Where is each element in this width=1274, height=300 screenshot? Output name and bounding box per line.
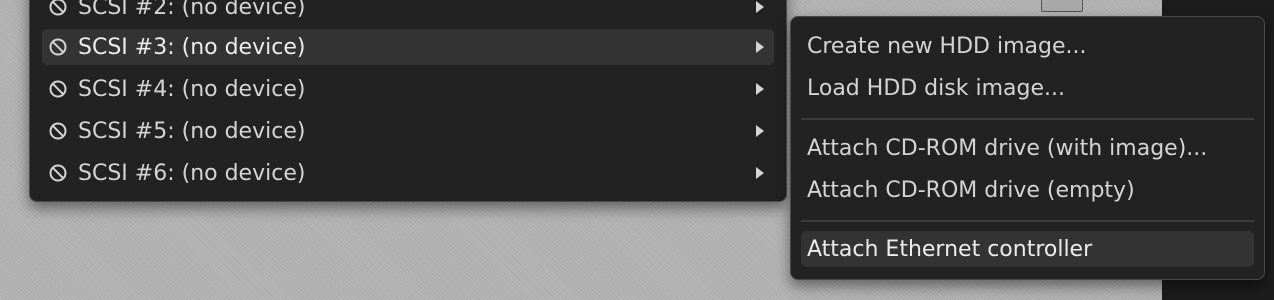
no-device-icon xyxy=(49,122,67,140)
menu-item-label: SCSI #3: (no device) xyxy=(78,34,306,60)
chevron-right-icon xyxy=(756,1,764,13)
chevron-right-icon xyxy=(756,125,764,137)
menu-item-label: Create new HDD image... xyxy=(807,33,1087,59)
menu-item-scsi-6[interactable]: SCSI #6: (no device) xyxy=(42,155,774,191)
menu-item-scsi-2[interactable]: SCSI #2: (no device) xyxy=(42,0,774,25)
no-device-icon xyxy=(49,38,67,56)
menu-item-scsi-3[interactable]: SCSI #3: (no device) xyxy=(42,29,774,65)
device-submenu: Create new HDD image... Load HDD disk im… xyxy=(790,16,1265,280)
menu-item-scsi-5[interactable]: SCSI #5: (no device) xyxy=(42,113,774,149)
chevron-right-icon xyxy=(756,167,764,179)
chevron-right-icon xyxy=(756,41,764,53)
no-device-icon xyxy=(49,164,67,182)
no-device-icon xyxy=(49,80,67,98)
menu-item-label: SCSI #5: (no device) xyxy=(78,118,306,144)
scsi-device-menu: SCSI #2: (no device) SCSI #3: (no device… xyxy=(29,0,787,202)
no-device-icon xyxy=(49,0,67,16)
menu-separator xyxy=(801,118,1254,120)
attach-ethernet-controller-item[interactable]: Attach Ethernet controller xyxy=(801,231,1254,267)
load-hdd-image-item[interactable]: Load HDD disk image... xyxy=(801,70,1254,106)
desktop-widget xyxy=(1041,0,1083,12)
menu-item-label: SCSI #2: (no device) xyxy=(78,0,306,20)
menu-item-label: SCSI #6: (no device) xyxy=(78,160,306,186)
menu-item-label: Attach CD-ROM drive (with image)... xyxy=(807,135,1208,161)
chevron-right-icon xyxy=(756,83,764,95)
attach-cdrom-with-image-item[interactable]: Attach CD-ROM drive (with image)... xyxy=(801,130,1254,166)
menu-item-label: Attach Ethernet controller xyxy=(807,236,1093,262)
menu-item-label: Attach CD-ROM drive (empty) xyxy=(807,177,1135,203)
menu-separator xyxy=(801,220,1254,222)
menu-item-label: Load HDD disk image... xyxy=(807,75,1065,101)
menu-item-label: SCSI #4: (no device) xyxy=(78,76,306,102)
menu-item-scsi-4[interactable]: SCSI #4: (no device) xyxy=(42,71,774,107)
attach-cdrom-empty-item[interactable]: Attach CD-ROM drive (empty) xyxy=(801,172,1254,208)
create-hdd-image-item[interactable]: Create new HDD image... xyxy=(801,28,1254,64)
